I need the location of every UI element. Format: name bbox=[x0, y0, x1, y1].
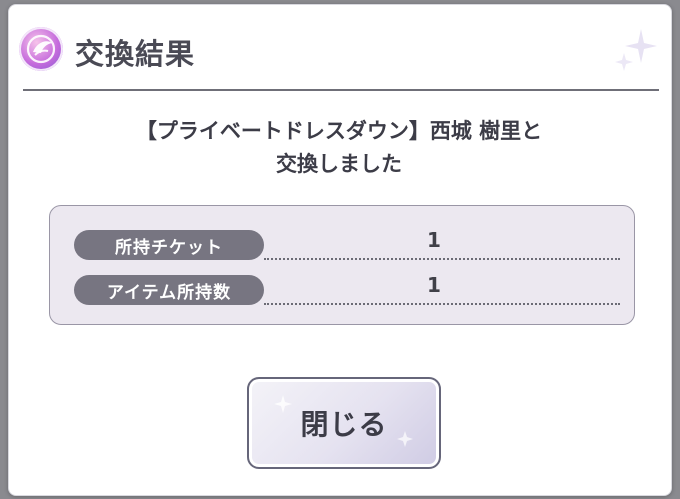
dotted-divider bbox=[264, 303, 620, 305]
message-line-1: 【プライベートドレスダウン】西城 樹里と bbox=[135, 119, 543, 143]
message-line-2: 交換しました bbox=[276, 152, 402, 176]
ticket-count-row: 所持チケット 1 bbox=[74, 228, 620, 262]
header-divider bbox=[23, 89, 659, 91]
close-button-label: 閉じる bbox=[300, 408, 388, 441]
ticket-count-label: 所持チケット bbox=[74, 230, 264, 260]
dialog-title: 交換結果 bbox=[75, 37, 196, 71]
item-count-label: アイテム所持数 bbox=[74, 275, 264, 305]
dotted-divider bbox=[264, 258, 620, 260]
dialog-header: 交換結果 bbox=[9, 5, 671, 91]
item-count-row: アイテム所持数 1 bbox=[74, 273, 620, 307]
result-message: 【プライベートドレスダウン】西城 樹里と 交換しました bbox=[49, 115, 629, 181]
close-button[interactable]: 閉じる bbox=[247, 377, 441, 469]
winged-emblem-icon bbox=[19, 27, 63, 71]
info-panel: 所持チケット 1 アイテム所持数 1 bbox=[49, 205, 635, 325]
exchange-result-dialog: 交換結果 【プライベートドレスダウン】西城 樹里と 交換しました 所持チケット … bbox=[8, 4, 672, 496]
sparkle-icon bbox=[615, 29, 657, 71]
item-count-value: 1 bbox=[427, 273, 441, 297]
ticket-count-value: 1 bbox=[427, 228, 441, 252]
